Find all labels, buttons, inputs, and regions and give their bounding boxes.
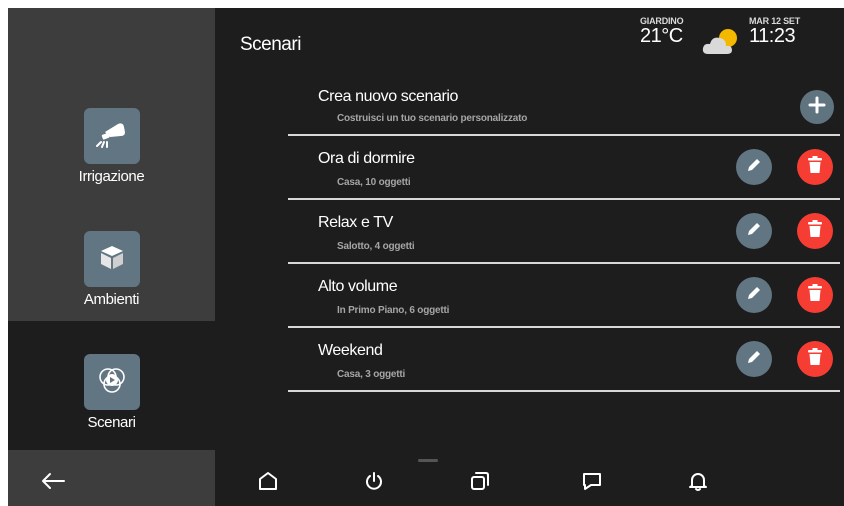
row-subtitle: Salotto, 4 oggetti bbox=[337, 241, 415, 252]
row-title: Crea nuovo scenario bbox=[318, 88, 459, 105]
notifications-button[interactable] bbox=[685, 470, 711, 496]
trash-icon bbox=[806, 283, 824, 308]
plus-icon bbox=[808, 96, 826, 119]
sidebar-tile bbox=[83, 231, 140, 287]
scenario-row[interactable]: Weekend Casa, 3 oggetti bbox=[288, 328, 840, 392]
power-icon bbox=[363, 470, 385, 497]
delete-button[interactable] bbox=[797, 149, 833, 185]
sidebar-item-label: Scenari bbox=[87, 414, 136, 431]
row-title: Weekend bbox=[318, 342, 383, 359]
trash-icon bbox=[806, 347, 824, 372]
page-title: Scenari bbox=[240, 34, 301, 55]
pencil-icon bbox=[745, 348, 763, 371]
trash-icon bbox=[806, 219, 824, 244]
delete-button[interactable] bbox=[797, 213, 833, 249]
cube-icon bbox=[98, 243, 126, 276]
delete-button[interactable] bbox=[797, 341, 833, 377]
sidebar-item-label: Ambienti bbox=[83, 291, 140, 308]
pencil-icon bbox=[745, 156, 763, 179]
create-scenario-row[interactable]: Crea nuovo scenario Costruisci un tuo sc… bbox=[288, 78, 840, 136]
scenario-icon bbox=[96, 364, 128, 401]
row-title: Relax e TV bbox=[318, 214, 393, 231]
weather-widget: GIARDINO 21°C bbox=[640, 16, 684, 48]
time-label: 11:23 bbox=[749, 25, 796, 47]
row-subtitle: Casa, 10 oggetti bbox=[337, 177, 411, 188]
pencil-icon bbox=[745, 220, 763, 243]
home-icon bbox=[257, 470, 279, 497]
row-title: Alto volume bbox=[318, 278, 398, 295]
sidebar-item-scenari[interactable]: Scenari bbox=[8, 354, 215, 431]
sidebar-item-irrigazione[interactable]: Irrigazione bbox=[8, 108, 215, 185]
add-scenario-button[interactable] bbox=[800, 90, 834, 124]
drag-handle[interactable] bbox=[418, 459, 438, 462]
clock-widget: MAR 12 SET 11:23 bbox=[749, 16, 800, 48]
row-title: Ora di dormire bbox=[318, 150, 415, 167]
scenario-row[interactable]: Ora di dormire Casa, 10 oggetti bbox=[288, 136, 840, 200]
scenario-row[interactable]: Relax e TV Salotto, 4 oggetti bbox=[288, 200, 840, 264]
pencil-icon bbox=[745, 284, 763, 307]
back-arrow-icon bbox=[40, 471, 66, 496]
chat-icon bbox=[581, 470, 603, 497]
windows-icon bbox=[469, 470, 491, 497]
home-button[interactable] bbox=[255, 470, 281, 496]
row-subtitle: Costruisci un tuo scenario personalizzat… bbox=[337, 113, 528, 124]
scenario-row[interactable]: Alto volume In Primo Piano, 6 oggetti bbox=[288, 264, 840, 328]
edit-button[interactable] bbox=[736, 213, 772, 249]
power-button[interactable] bbox=[361, 470, 387, 496]
sidebar-tile bbox=[83, 108, 140, 164]
partly-cloudy-icon bbox=[702, 24, 744, 61]
edit-button[interactable] bbox=[736, 341, 772, 377]
edit-button[interactable] bbox=[736, 277, 772, 313]
bell-icon bbox=[687, 470, 709, 497]
sidebar-item-label: Irrigazione bbox=[78, 168, 145, 185]
trash-icon bbox=[806, 155, 824, 180]
delete-button[interactable] bbox=[797, 277, 833, 313]
back-button[interactable] bbox=[40, 470, 66, 496]
chat-button[interactable] bbox=[579, 470, 605, 496]
temperature: 21°C bbox=[640, 25, 683, 47]
app-screen: Irrigazione Ambienti Scenari Scenari GIA… bbox=[8, 8, 844, 506]
row-subtitle: Casa, 3 oggetti bbox=[337, 369, 406, 380]
row-subtitle: In Primo Piano, 6 oggetti bbox=[337, 305, 450, 316]
sidebar-item-ambienti[interactable]: Ambienti bbox=[8, 231, 215, 308]
edit-button[interactable] bbox=[736, 149, 772, 185]
windows-button[interactable] bbox=[467, 470, 493, 496]
sprinkler-icon bbox=[95, 120, 128, 153]
sidebar-tile bbox=[83, 354, 140, 410]
